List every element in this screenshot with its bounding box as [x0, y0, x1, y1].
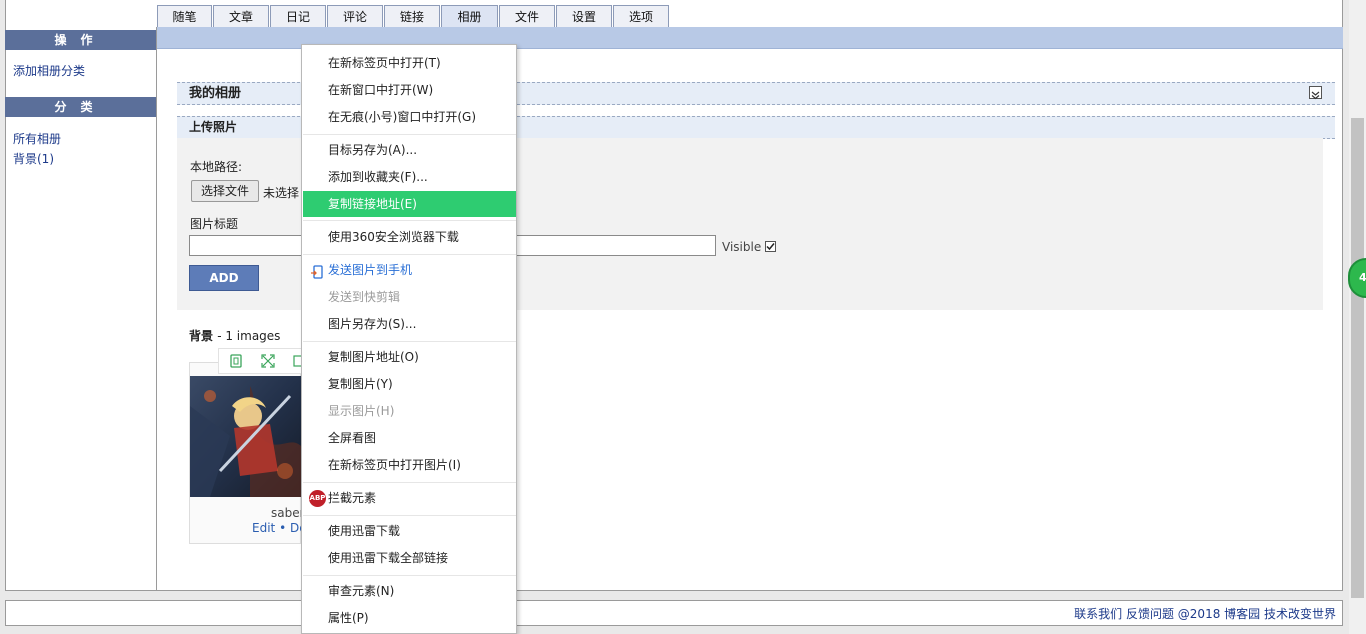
- menu-block-element-label: 拦截元素: [328, 491, 377, 505]
- visible-label: Visible: [722, 240, 762, 254]
- phone-send-icon: [311, 263, 324, 279]
- menu-send-image-phone-label: 发送图片到手机: [328, 263, 413, 277]
- gallery-count: - 1 images: [217, 329, 281, 343]
- gallery-title: 背景 - 1 images: [189, 327, 280, 344]
- scrollbar-thumb[interactable]: [1351, 118, 1364, 598]
- menu-copy-image-address[interactable]: 复制图片地址(O): [303, 345, 516, 369]
- menu-open-new-window[interactable]: 在新窗口中打开(W): [303, 78, 516, 102]
- menu-separator: [303, 482, 516, 483]
- copy-page-icon[interactable]: [229, 354, 243, 368]
- add-album-category-link[interactable]: 添加相册分类: [13, 62, 85, 79]
- menu-thunder-download[interactable]: 使用迅雷下载: [303, 519, 516, 543]
- album-image-thumbnail[interactable]: [190, 376, 301, 497]
- tab-settings[interactable]: 设置: [556, 5, 612, 29]
- no-file-text: 未选择: [263, 186, 300, 200]
- expand-icon[interactable]: [261, 354, 275, 368]
- background-album-link[interactable]: 背景(1): [13, 150, 54, 167]
- visible-checkbox[interactable]: [765, 241, 776, 252]
- menu-send-image-phone[interactable]: 发送图片到手机: [303, 258, 516, 282]
- contact-link[interactable]: 联系我们: [1074, 607, 1122, 621]
- all-albums-link[interactable]: 所有相册: [13, 130, 61, 147]
- image-hover-toolbar: [218, 348, 308, 374]
- menu-open-incognito[interactable]: 在无痕(小号)窗口中打开(G): [303, 105, 516, 129]
- tab-links[interactable]: 链接: [384, 5, 440, 29]
- tab-options[interactable]: 选项: [613, 5, 669, 29]
- tab-comments[interactable]: 评论: [327, 5, 383, 29]
- menu-save-target-as[interactable]: 目标另存为(A)...: [303, 138, 516, 162]
- menu-separator: [303, 575, 516, 576]
- tab-articles[interactable]: 文章: [213, 5, 269, 29]
- tab-essays[interactable]: 随笔: [157, 5, 212, 29]
- collapse-icon[interactable]: [1309, 86, 1322, 100]
- footer: 联系我们 反馈问题 @2018 博客园 技术改变世界: [5, 600, 1343, 626]
- menu-separator: [303, 220, 516, 221]
- menu-separator: [303, 515, 516, 516]
- menu-download-360[interactable]: 使用360安全浏览器下载: [303, 225, 516, 249]
- slogan-text: 技术改变世界: [1263, 607, 1336, 621]
- feedback-link[interactable]: 反馈问题: [1126, 607, 1174, 621]
- menu-separator: [303, 254, 516, 255]
- add-button[interactable]: ADD: [189, 265, 259, 291]
- menu-save-image-as[interactable]: 图片另存为(S)...: [303, 312, 516, 336]
- sidebar: 操作 添加相册分类 分类 所有相册 背景(1): [5, 27, 157, 591]
- separator-dot: •: [279, 521, 287, 535]
- menu-block-element[interactable]: ABP 拦截元素: [303, 486, 516, 510]
- menu-separator: [303, 341, 516, 342]
- menu-copy-link-address[interactable]: 复制链接地址(E): [303, 191, 516, 217]
- menu-send-quickedit: 发送到快剪辑: [328, 290, 401, 304]
- menu-show-image: 显示图片(H): [328, 404, 395, 418]
- copyright-text[interactable]: @2018 博客园: [1178, 607, 1260, 621]
- context-menu: 在新标签页中打开(T) 在新窗口中打开(W) 在无痕(小号)窗口中打开(G) 目…: [301, 44, 517, 634]
- sidebar-category-header: 分类: [5, 97, 156, 117]
- menu-separator: [303, 134, 516, 135]
- sidebar-ops-header: 操作: [5, 30, 156, 50]
- adblock-icon: ABP: [309, 490, 326, 507]
- choose-file-button[interactable]: 选择文件: [191, 180, 259, 202]
- gallery-name: 背景: [189, 329, 214, 343]
- photo-title-label: 图片标题: [190, 217, 239, 231]
- menu-inspect-element[interactable]: 审查元素(N): [303, 579, 516, 603]
- local-path-label: 本地路径:: [190, 160, 243, 174]
- menu-fullscreen-view[interactable]: 全屏看图: [303, 426, 516, 450]
- image-caption: saber: [271, 506, 305, 520]
- tab-diary[interactable]: 日记: [270, 5, 326, 29]
- menu-open-image-new-tab[interactable]: 在新标签页中打开图片(I): [303, 453, 516, 477]
- menu-thunder-download-all[interactable]: 使用迅雷下载全部链接: [303, 546, 516, 570]
- tab-files[interactable]: 文件: [499, 5, 555, 29]
- footer-links: 联系我们 反馈问题 @2018 博客园 技术改变世界: [1074, 605, 1336, 622]
- menu-open-new-tab[interactable]: 在新标签页中打开(T): [303, 51, 516, 75]
- tab-albums[interactable]: 相册: [441, 5, 498, 29]
- image-actions: Edit • De: [252, 521, 307, 535]
- menu-add-favorites[interactable]: 添加到收藏夹(F)...: [303, 165, 516, 189]
- edit-link[interactable]: Edit: [252, 521, 275, 535]
- my-albums-title: 我的相册: [189, 86, 242, 101]
- menu-copy-image[interactable]: 复制图片(Y): [303, 372, 516, 396]
- menu-properties[interactable]: 属性(P): [303, 606, 516, 630]
